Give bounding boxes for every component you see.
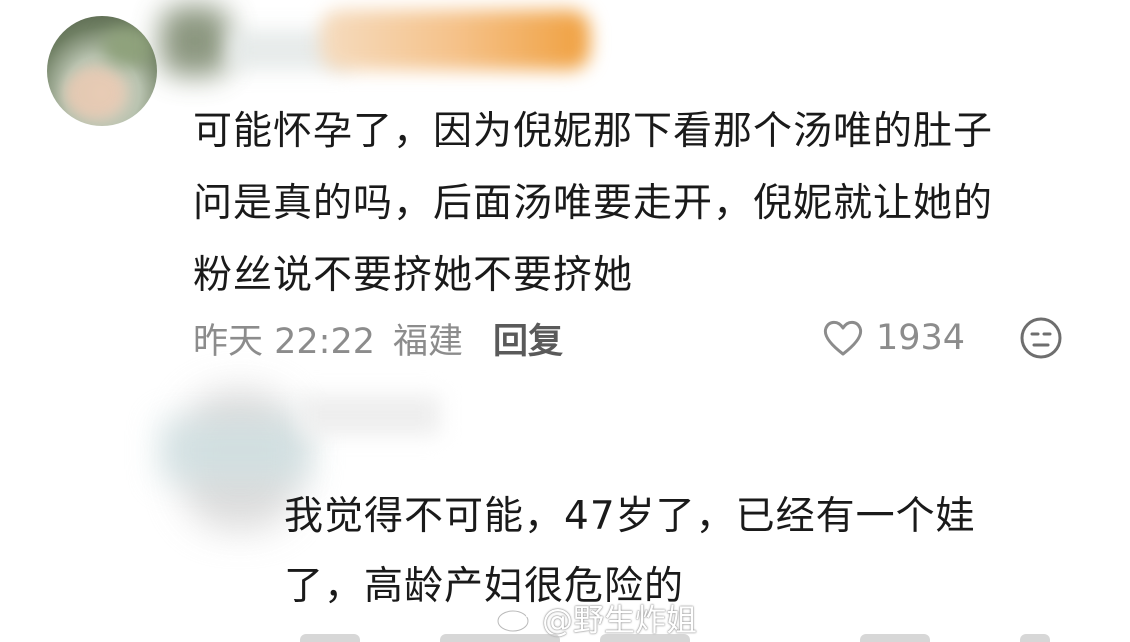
comment-time: 昨天 22:22 (193, 321, 375, 362)
comment-line: 可能怀孕了，因为倪妮那下看那个汤唯的肚子 (193, 109, 994, 154)
emoji-face-icon[interactable] (1019, 316, 1063, 360)
like-count: 1934 (876, 318, 966, 358)
comment-meta: 昨天 22:22 福建 回复 (193, 311, 563, 365)
next-row-cutoff (300, 628, 1060, 642)
reply-name-blurred[interactable] (300, 395, 440, 435)
comment-line: 粉丝说不要挤她不要挤她 (193, 253, 634, 298)
commenter-name-blurred[interactable] (160, 0, 590, 80)
heart-icon (823, 320, 863, 356)
comment-line: 问是真的吗，后面汤唯要走开，倪妮就让她的 (193, 181, 994, 226)
like-button[interactable]: 1934 (822, 311, 965, 365)
comment-location: 福建 (393, 321, 464, 362)
comment-body: 可能怀孕了，因为倪妮那下看那个汤唯的肚子 问是真的吗，后面汤唯要走开，倪妮就让她… (193, 96, 1093, 312)
commenter-avatar[interactable] (47, 16, 157, 126)
reply-button[interactable]: 回复 (493, 313, 563, 364)
reply-comment-line: 我觉得不可能，47岁了，已经有一个娃 (284, 494, 976, 539)
